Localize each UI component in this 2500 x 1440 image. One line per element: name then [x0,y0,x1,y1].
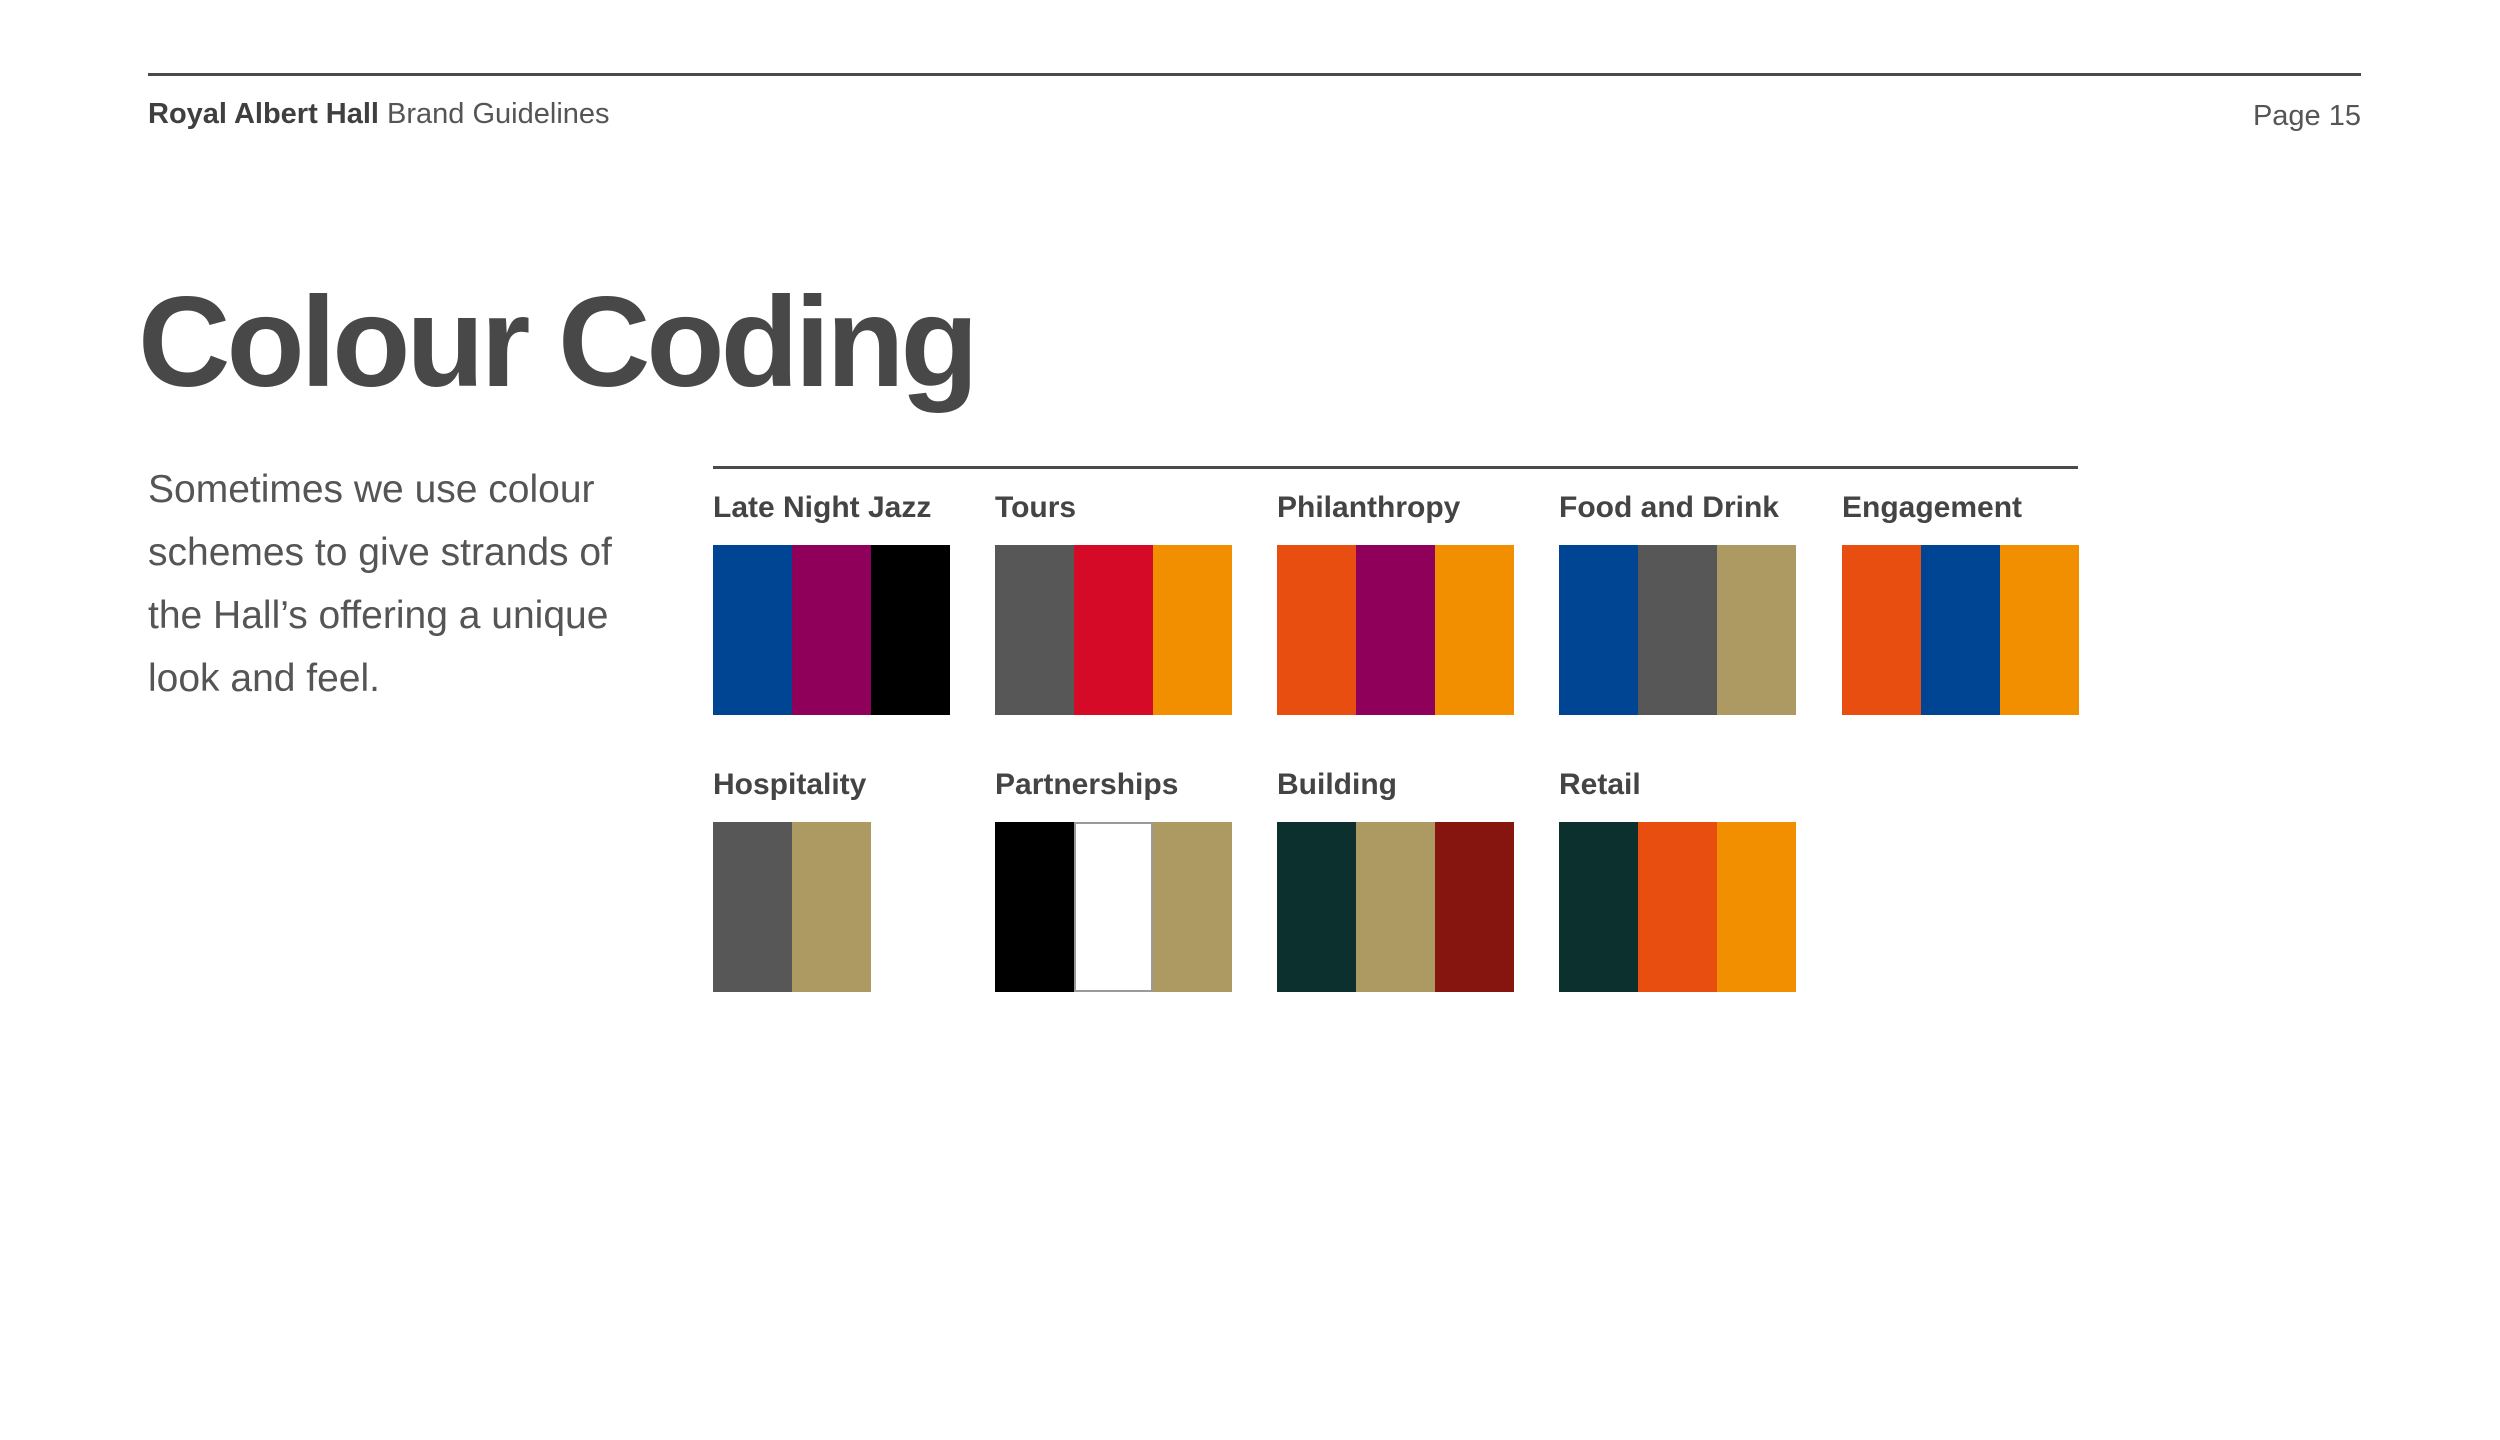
colour-swatch [713,822,792,992]
colour-scheme: Retail [1559,767,1799,992]
colour-swatch [792,822,871,992]
colour-swatch [995,545,1074,715]
colour-swatch [1435,822,1514,992]
colour-scheme: Late Night Jazz [713,490,953,715]
swatch-strip [713,545,953,715]
page-title: Colour Coding [138,271,979,414]
swatch-strip [1559,545,1799,715]
header-divider [148,73,2361,76]
colour-swatch [1356,545,1435,715]
brand-name: Royal Albert Hall [148,98,379,130]
intro-paragraph: Sometimes we use colour schemes to give … [148,468,612,700]
scheme-name: Late Night Jazz [713,491,932,524]
colour-swatch [1277,822,1356,992]
page-number: Page 15 [2252,100,2361,132]
colour-swatch [1074,822,1153,992]
colour-swatch [792,545,871,715]
colour-swatch [871,545,950,715]
colour-swatch [1638,545,1717,715]
colour-swatch [1921,545,2000,715]
swatch-strip [1277,822,1517,992]
colour-swatch [2000,545,2079,715]
colour-swatch [1842,545,1921,715]
scheme-name: Building [1277,768,1397,801]
scheme-name: Engagement [1842,491,2023,524]
colour-scheme: Philanthropy [1277,490,1517,715]
scheme-name: Retail [1559,768,1641,801]
colour-swatch [1356,822,1435,992]
colour-scheme: Tours [995,490,1235,715]
swatch-strip [1559,822,1799,992]
swatch-strip [1277,545,1517,715]
colour-swatch [1717,822,1796,992]
colour-scheme: Building [1277,767,1517,992]
colour-swatch [1074,545,1153,715]
swatch-strip [1842,545,2082,715]
colour-swatch [1153,545,1232,715]
colour-swatch [1559,822,1638,992]
colour-swatch [995,822,1074,992]
colour-swatch [1638,822,1717,992]
colour-scheme: Hospitality [713,767,953,992]
palette-divider [713,466,2078,469]
scheme-name: Philanthropy [1277,491,1461,524]
colour-swatch [1559,545,1638,715]
swatch-strip [713,822,953,992]
colour-scheme: Partnerships [995,767,1235,992]
colour-swatch [1717,545,1796,715]
scheme-name: Hospitality [713,768,867,801]
colour-scheme: Food and Drink [1559,490,1799,715]
colour-swatch [1435,545,1514,715]
scheme-name: Tours [995,491,1077,524]
colour-swatch [713,545,792,715]
document-name: Brand Guidelines [387,98,610,130]
scheme-name: Partnerships [995,768,1179,801]
colour-swatch [1277,545,1356,715]
colour-scheme: Engagement [1842,490,2082,715]
document-header: Royal Albert Hall Brand Guidelines [148,96,610,132]
colour-swatch [1153,822,1232,992]
swatch-strip [995,545,1235,715]
scheme-name: Food and Drink [1559,491,1779,524]
swatch-strip [995,822,1235,992]
